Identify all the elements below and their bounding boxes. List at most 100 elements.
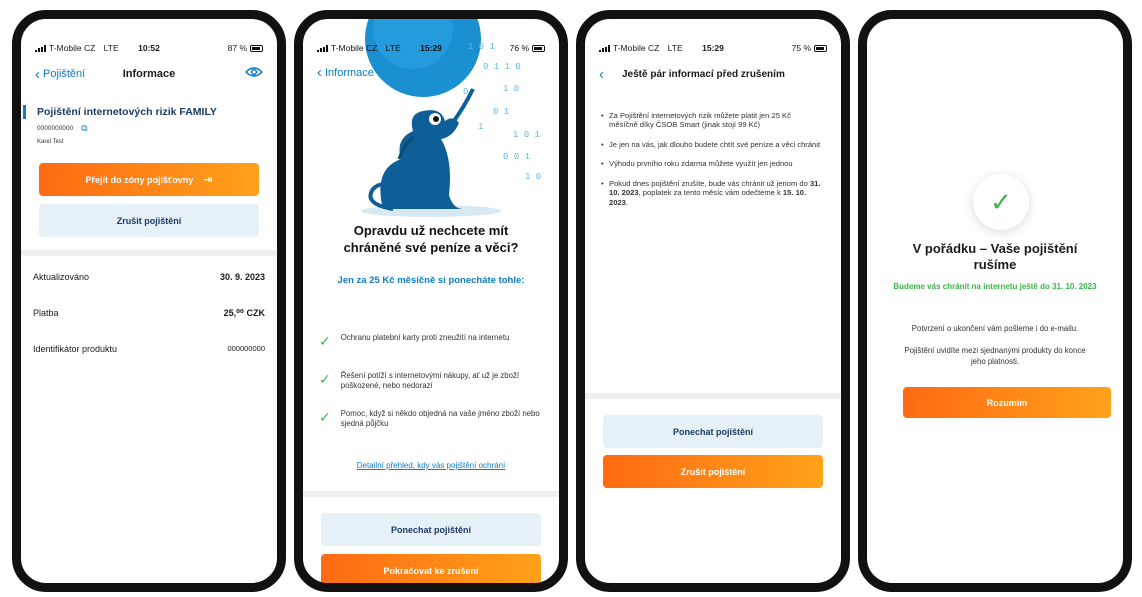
info-item: Výhodu prvního roku zdarma můžete využít… <box>601 159 821 169</box>
benefit-item: ✓ Řešení potíží s internetovými nákupy, … <box>319 371 541 409</box>
keep-insurance-label: Ponechat pojištění <box>390 524 471 535</box>
detail-link[interactable]: Detailní přehled, kdy vás pojištění ochr… <box>303 461 559 470</box>
exit-icon: ⇥ <box>203 174 213 186</box>
battery-icon <box>250 44 263 52</box>
retention-headline: Opravdu už nechcete mít chráněné své pen… <box>343 223 519 255</box>
detail-value: 000000000 <box>227 344 265 353</box>
page-title: Ještě pár informací před zrušením <box>622 68 785 80</box>
info-text: Je jen na vás, jak dlouho budete chtít s… <box>609 139 821 149</box>
info-item: Pokud dnes pojištění zrušíte, bude vás c… <box>601 179 821 207</box>
svg-text:0 1: 0 1 <box>493 107 509 117</box>
benefit-text: Řešení potíží s internetovými nákupy, ať… <box>340 371 520 390</box>
back-label: Pojištění <box>43 68 86 80</box>
details-list: Aktualizováno 30. 9. 2023 Platba 25,⁰⁰ C… <box>33 272 265 380</box>
back-button[interactable]: ‹ Informace <box>317 65 374 80</box>
understood-button[interactable]: Rozumím <box>903 387 1111 418</box>
chevron-left-icon: ‹ <box>35 65 40 83</box>
detail-row: Platba 25,⁰⁰ CZK <box>33 308 265 344</box>
svg-text:0 1 1 0: 0 1 1 0 <box>483 62 521 72</box>
divider <box>21 250 277 256</box>
phone-screen-retention: 1 0 10 1 1 01 0 0 11 0 10 0 1 1 010 T-Mo… <box>294 10 568 592</box>
battery-percent: 76 % <box>509 43 529 53</box>
cancel-insurance-button[interactable]: Zrušit pojištění <box>39 204 259 237</box>
check-icon: ✓ <box>990 186 1012 217</box>
check-icon: ✓ <box>319 409 331 425</box>
benefits-list: ✓ Ochranu platební karty proti zneužití … <box>319 333 541 447</box>
back-label: Informace <box>325 66 374 79</box>
svg-text:1: 1 <box>478 122 483 132</box>
email-note: Potvrzení o ukončení vám pošleme i do e-… <box>911 324 1079 333</box>
chevron-left-icon: ‹ <box>317 64 322 81</box>
detail-label: Platba <box>33 308 59 318</box>
back-button[interactable]: ‹ <box>599 67 604 82</box>
info-item: Je jen na vás, jak dlouho budete chtít s… <box>601 139 821 150</box>
keep-insurance-label: Ponechat pojištění <box>672 426 753 437</box>
signal-icon <box>599 44 610 52</box>
chevron-left-icon: ‹ <box>599 65 604 83</box>
cancel-insurance-button[interactable]: Zrušit pojištění <box>603 455 823 488</box>
info-list: Za Pojištění internetových rizik můžete … <box>601 111 821 217</box>
divider <box>303 491 559 497</box>
goto-insurer-button[interactable]: Přejít do zóny pojišťovny ⇥ <box>39 163 259 196</box>
carrier: T-Mobile CZ <box>49 43 96 53</box>
info-text: Výhodu prvního roku zdarma můžete využít… <box>609 159 793 169</box>
cancel-insurance-label: Zrušit pojištění <box>680 466 746 477</box>
continue-cancel-label: Pokračovat ke zrušení <box>383 565 479 576</box>
detail-label: Identifikátor produktu <box>33 344 118 354</box>
copy-icon[interactable]: ⧉ <box>81 123 87 134</box>
network: LTE <box>385 43 401 53</box>
phone-screen-info: T-Mobile CZ LTE 10:52 87 % ‹ Pojištění I… <box>12 10 286 592</box>
detail-label: Aktualizováno <box>33 272 90 282</box>
detail-value: 25,⁰⁰ CZK <box>223 308 265 318</box>
phone-screen-pre-cancel-info: T-Mobile CZ LTE 15:29 75 % ‹ Ještě pár i… <box>576 10 850 592</box>
keep-insurance-button[interactable]: Ponechat pojištění <box>321 513 541 546</box>
detail-row: Identifikátor produktu 000000000 <box>33 344 265 380</box>
detail-value: 30. 9. 2023 <box>219 272 265 282</box>
svg-text:1 0 1: 1 0 1 <box>513 130 540 140</box>
svg-text:0 0 1: 0 0 1 <box>503 152 530 162</box>
nav-bar: ‹ Ještě pár informací před zrušením <box>599 65 827 83</box>
signal-icon <box>35 44 46 52</box>
info-text: Pokud dnes pojištění zrušíte, bude vás c… <box>609 178 810 188</box>
network: LTE <box>667 43 683 53</box>
phone-screen-confirmation: ✓ V pořádku – Vaše pojištění rušíme Bude… <box>858 10 1132 592</box>
check-icon: ✓ <box>319 371 331 387</box>
carrier: T-Mobile CZ <box>331 43 378 53</box>
check-icon: ✓ <box>319 333 331 349</box>
info-item: Za Pojištění internetových rizik můžete … <box>601 111 821 130</box>
protection-until: Budeme vás chránit na internetu ještě do… <box>893 282 1097 291</box>
success-badge: ✓ <box>973 174 1029 230</box>
status-bar: T-Mobile CZ LTE 15:29 76 % <box>317 41 545 55</box>
info-text: , poplatek za tento měsíc vám odečteme k <box>638 188 783 198</box>
policy-holder: Karel Test <box>37 139 64 145</box>
nav-bar: ‹ Pojištění Informace <box>35 65 264 83</box>
status-bar: T-Mobile CZ LTE 15:29 75 % <box>599 41 827 55</box>
product-accent-bar <box>23 105 26 119</box>
benefit-item: ✓ Ochranu platební karty proti zneužití … <box>319 333 541 371</box>
status-bar: T-Mobile CZ LTE 10:52 87 % <box>35 41 263 55</box>
benefit-text: Pomoc, když si někdo objedná na vaše jmé… <box>340 409 540 428</box>
divider <box>585 393 841 399</box>
network: LTE <box>103 43 119 53</box>
continue-cancel-button[interactable]: Pokračovat ke zrušení <box>321 554 541 583</box>
validity-note: Pojištění uvidíte mezi sjednanými produk… <box>904 346 1086 366</box>
policy-number: 0000000000 <box>37 125 74 132</box>
battery-percent: 87 % <box>227 43 247 53</box>
product-name: Pojištění internetových rizik FAMILY <box>37 106 217 118</box>
understood-label: Rozumím <box>986 397 1028 408</box>
keep-insurance-button[interactable]: Ponechat pojištění <box>603 415 823 448</box>
detail-row: Aktualizováno 30. 9. 2023 <box>33 272 265 308</box>
retention-subheadline: Jen za 25 Kč měsíčně si ponecháte tohle: <box>337 275 525 286</box>
info-text: Za Pojištění internetových rizik můžete … <box>609 111 791 130</box>
svg-text:1 0: 1 0 <box>525 172 541 182</box>
benefit-text: Ochranu platební karty proti zneužití na… <box>340 333 510 342</box>
confirmation-title: V pořádku – Vaše pojištění rušíme <box>912 241 1078 273</box>
info-text: . <box>625 197 629 207</box>
battery-percent: 75 % <box>791 43 811 53</box>
signal-icon <box>317 44 328 52</box>
eye-icon[interactable] <box>244 65 264 83</box>
back-button[interactable]: ‹ Pojištění <box>35 67 85 82</box>
battery-icon <box>814 44 827 52</box>
carrier: T-Mobile CZ <box>613 43 660 53</box>
svg-text:1 0: 1 0 <box>503 84 519 94</box>
